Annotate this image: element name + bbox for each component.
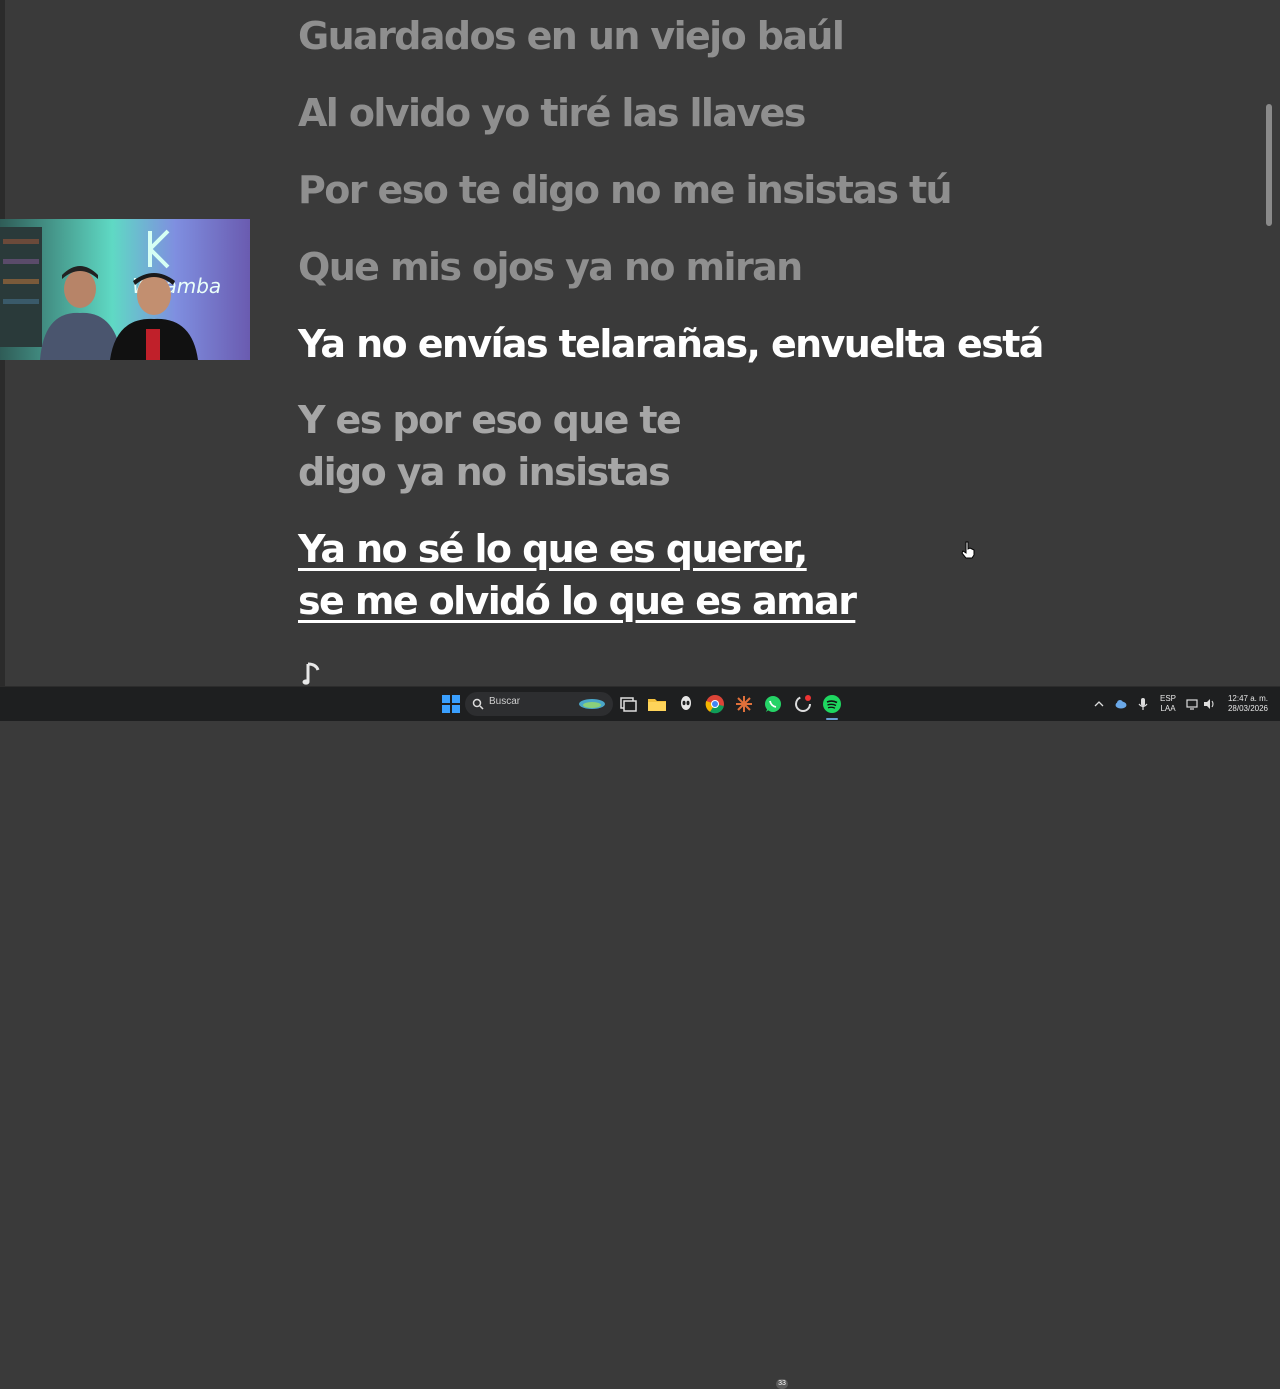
language-line1: ESP <box>1159 694 1176 703</box>
hand-cursor-icon <box>961 541 975 559</box>
windows-taskbar: Buscar 33 ESP LAA 12:47 a. m. 28/03/2026 <box>0 686 1280 1389</box>
lyric-line-upcoming[interactable]: Y es por eso que te <box>298 394 682 446</box>
refresh-app-icon[interactable] <box>792 693 814 715</box>
alien-app-icon[interactable] <box>675 693 697 715</box>
lyric-line-past[interactable]: Al olvido yo tiré las llaves <box>298 87 806 139</box>
scrollbar-thumb[interactable] <box>1266 104 1272 226</box>
lyric-line-hovered[interactable]: Ya no sé lo que es querer, <box>298 523 808 575</box>
search-icon <box>472 698 484 710</box>
clock-date: 28/03/2026 <box>1227 704 1269 713</box>
whatsapp-badge: 33 <box>776 1379 788 1389</box>
lyric-line-past[interactable]: Por eso te digo no me insistas tú <box>298 164 953 216</box>
clock-time: 12:47 a. m. <box>1227 694 1269 703</box>
lyrics-view: Guardados en un viejo baúl Al olvido yo … <box>0 0 1280 686</box>
lyric-line-upcoming[interactable]: digo ya no insistas <box>298 446 671 498</box>
volume-icon[interactable] <box>1202 697 1216 711</box>
webcam-feed-image: Wuamba <box>0 219 250 360</box>
lyric-line-past[interactable]: Que mis ojos ya no miran <box>298 241 803 293</box>
lyric-line-past[interactable]: Guardados en un viejo baúl <box>298 10 845 62</box>
network-icon[interactable] <box>1186 697 1200 711</box>
whatsapp-icon[interactable] <box>762 693 784 715</box>
file-explorer-icon[interactable] <box>646 693 668 715</box>
music-note-icon <box>302 662 320 685</box>
clock[interactable]: 12:47 a. m. 28/03/2026 <box>1222 694 1274 714</box>
search-highlight-icon <box>579 699 605 709</box>
cloud-icon[interactable] <box>1114 697 1128 711</box>
chevron-up-icon[interactable] <box>1094 699 1104 709</box>
lyric-line-hovered[interactable]: se me olvidó lo que es amar <box>298 575 857 627</box>
language-indicator[interactable]: ESP LAA <box>1158 694 1178 714</box>
search-placeholder: Buscar <box>489 696 521 707</box>
microphone-icon[interactable] <box>1138 697 1148 711</box>
webcam-overlay: Wuamba <box>0 219 250 360</box>
windows-start-icon[interactable] <box>440 693 462 715</box>
spotify-icon[interactable] <box>821 693 843 715</box>
taskbar-search-box[interactable]: Buscar <box>465 692 613 716</box>
language-line2: LAA <box>1160 704 1176 713</box>
spark-app-icon[interactable] <box>733 693 755 715</box>
chrome-icon[interactable] <box>704 693 726 715</box>
task-view-icon[interactable] <box>617 693 639 715</box>
lyric-line-current[interactable]: Ya no envías telarañas, envuelta está <box>298 318 1044 370</box>
